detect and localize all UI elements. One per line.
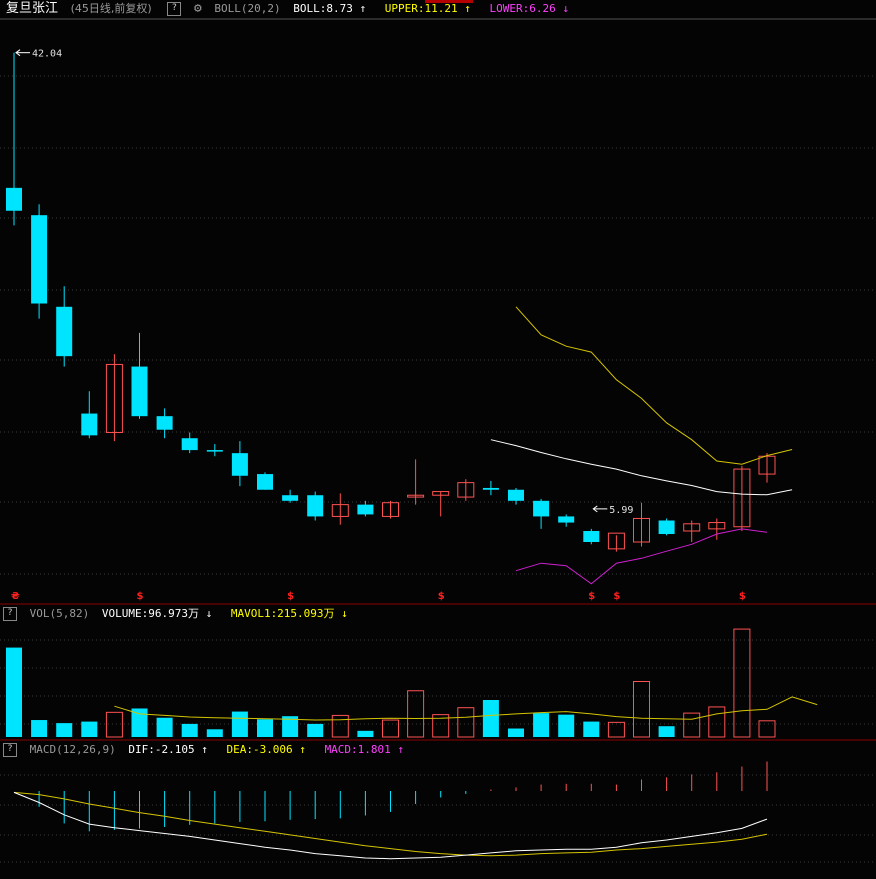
candle-body <box>282 495 299 501</box>
signal-marker-icon: $ <box>739 591 746 602</box>
candle-body <box>206 450 223 452</box>
volume-bar <box>206 729 223 737</box>
candle-body <box>56 306 73 357</box>
volume-bar <box>558 714 575 737</box>
volume-bar <box>658 726 675 737</box>
volume-bar <box>633 681 650 738</box>
volume-bar <box>708 706 726 738</box>
volume-bar <box>457 707 475 738</box>
macd-pane <box>13 761 768 860</box>
volume-bar <box>407 690 425 738</box>
volume-bar <box>6 647 22 737</box>
annotation-label: 42.04 <box>32 49 62 60</box>
active-tab-marker <box>425 0 473 3</box>
annotation-label: 5.99 <box>609 505 633 516</box>
signal-marker-icon: $ <box>287 591 294 602</box>
boll-upper-line <box>515 306 793 465</box>
mavol1-line <box>114 696 818 721</box>
candle-body <box>658 520 675 535</box>
candle-body <box>558 516 575 523</box>
candle-body <box>81 413 98 436</box>
signal-marker-icon: ₴ <box>11 591 20 602</box>
candle-body <box>181 438 198 451</box>
volume-bar <box>231 711 248 737</box>
volume-bar <box>607 721 625 738</box>
candle-body <box>131 366 148 417</box>
volume-bar <box>31 720 48 737</box>
grid-lines <box>0 0 876 863</box>
candle-body <box>231 453 248 476</box>
volume-bar <box>81 721 98 737</box>
candle-body <box>307 495 324 517</box>
volume-bar <box>181 723 198 737</box>
signal-marker-icon: $ <box>137 591 144 602</box>
volume-bar <box>156 717 173 737</box>
signal-marker-icon: $ <box>438 591 445 602</box>
volume-bar <box>307 723 324 737</box>
volume-bar <box>533 713 550 737</box>
volume-bar <box>331 714 349 738</box>
chart-canvas[interactable]: 42.04 5.99 ₴ $ $ $ $ $ $ <box>0 0 876 879</box>
volume-bar <box>583 721 600 737</box>
volume-bar <box>482 700 499 737</box>
volume-bar <box>758 720 776 738</box>
signal-marker-icon: $ <box>613 591 620 602</box>
volume-bar <box>683 712 701 738</box>
volume-pane <box>6 628 818 738</box>
candle-body <box>257 474 273 490</box>
volume-bar <box>733 628 751 738</box>
signal-marker-icon: $ <box>588 591 595 602</box>
candle-body <box>482 487 499 490</box>
volume-bar <box>257 719 273 737</box>
boll-mid-line <box>490 439 793 496</box>
volume-bar <box>382 719 399 738</box>
candle-body <box>508 489 524 501</box>
candle-body <box>533 500 550 517</box>
volume-bar <box>357 730 374 737</box>
volume-bar <box>56 723 73 737</box>
candle-body <box>583 531 600 542</box>
candle-body <box>156 416 173 430</box>
volume-bar <box>105 711 123 738</box>
candle-body <box>6 187 22 211</box>
volume-bar <box>508 728 524 737</box>
volume-bar <box>131 708 148 737</box>
price-pane: 42.04 5.99 ₴ $ $ $ $ $ $ <box>6 49 793 602</box>
stock-chart-window: 复旦张江 (45日线,前复权) ? ⚙ BOLL(20,2) BOLL:8.73… <box>0 0 876 879</box>
candle-body <box>357 504 374 515</box>
candle-body <box>31 215 48 304</box>
